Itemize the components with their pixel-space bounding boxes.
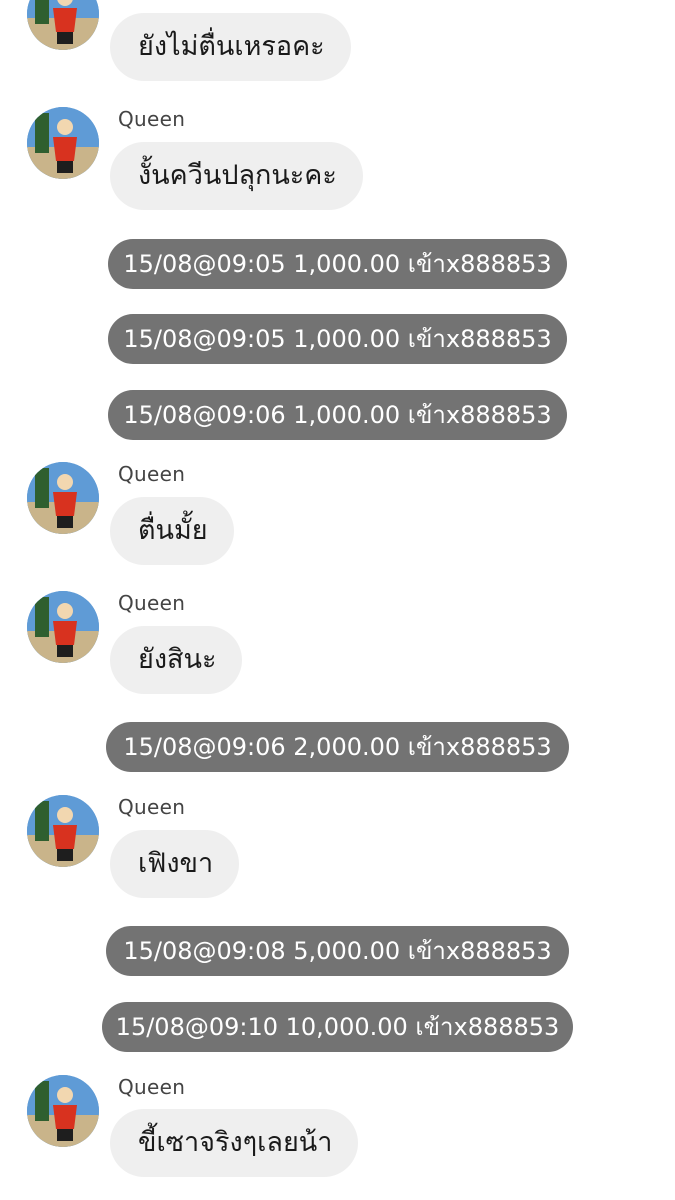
profile-photo-icon (27, 591, 99, 663)
profile-photo-icon (27, 107, 99, 179)
transfer-notification[interactable]: 15/08@09:10 10,000.00 เข้าx888853 (102, 1002, 573, 1052)
message-bubble[interactable]: เฟิงขา (110, 830, 240, 898)
transfer-notification[interactable]: 15/08@09:05 1,000.00 เข้าx888853 (108, 314, 567, 364)
transfer-notification[interactable]: 15/08@09:06 2,000.00 เข้าx888853 (106, 722, 569, 772)
message-bubble[interactable]: ยังไม่ตื่นเหรอคะ (110, 13, 351, 81)
profile-photo-icon (27, 0, 99, 50)
profile-photo-icon (27, 795, 99, 867)
sender-name: Queen (118, 462, 186, 486)
avatar[interactable] (27, 107, 99, 179)
avatar[interactable] (27, 0, 99, 50)
sender-name: Queen (118, 795, 186, 819)
avatar[interactable] (27, 1075, 99, 1147)
profile-photo-icon (27, 462, 99, 534)
transfer-notification[interactable]: 15/08@09:05 1,000.00 เข้าx888853 (108, 239, 567, 289)
sender-name: Queen (118, 591, 186, 615)
avatar[interactable] (27, 795, 99, 867)
profile-photo-icon (27, 1075, 99, 1147)
avatar[interactable] (27, 591, 99, 663)
message-bubble[interactable]: ขี้เซาจริงๆเลยน้า (110, 1109, 359, 1177)
avatar[interactable] (27, 462, 99, 534)
transfer-notification[interactable]: 15/08@09:08 5,000.00 เข้าx888853 (106, 926, 569, 976)
message-bubble[interactable]: ยังสินะ (110, 626, 243, 694)
message-bubble[interactable]: งั้นควีนปลุกนะคะ (110, 142, 363, 210)
sender-name: Queen (118, 1075, 186, 1099)
sender-name: Queen (118, 107, 186, 131)
message-bubble[interactable]: ตื่นมั้ย (110, 497, 234, 565)
transfer-notification[interactable]: 15/08@09:06 1,000.00 เข้าx888853 (108, 390, 567, 440)
